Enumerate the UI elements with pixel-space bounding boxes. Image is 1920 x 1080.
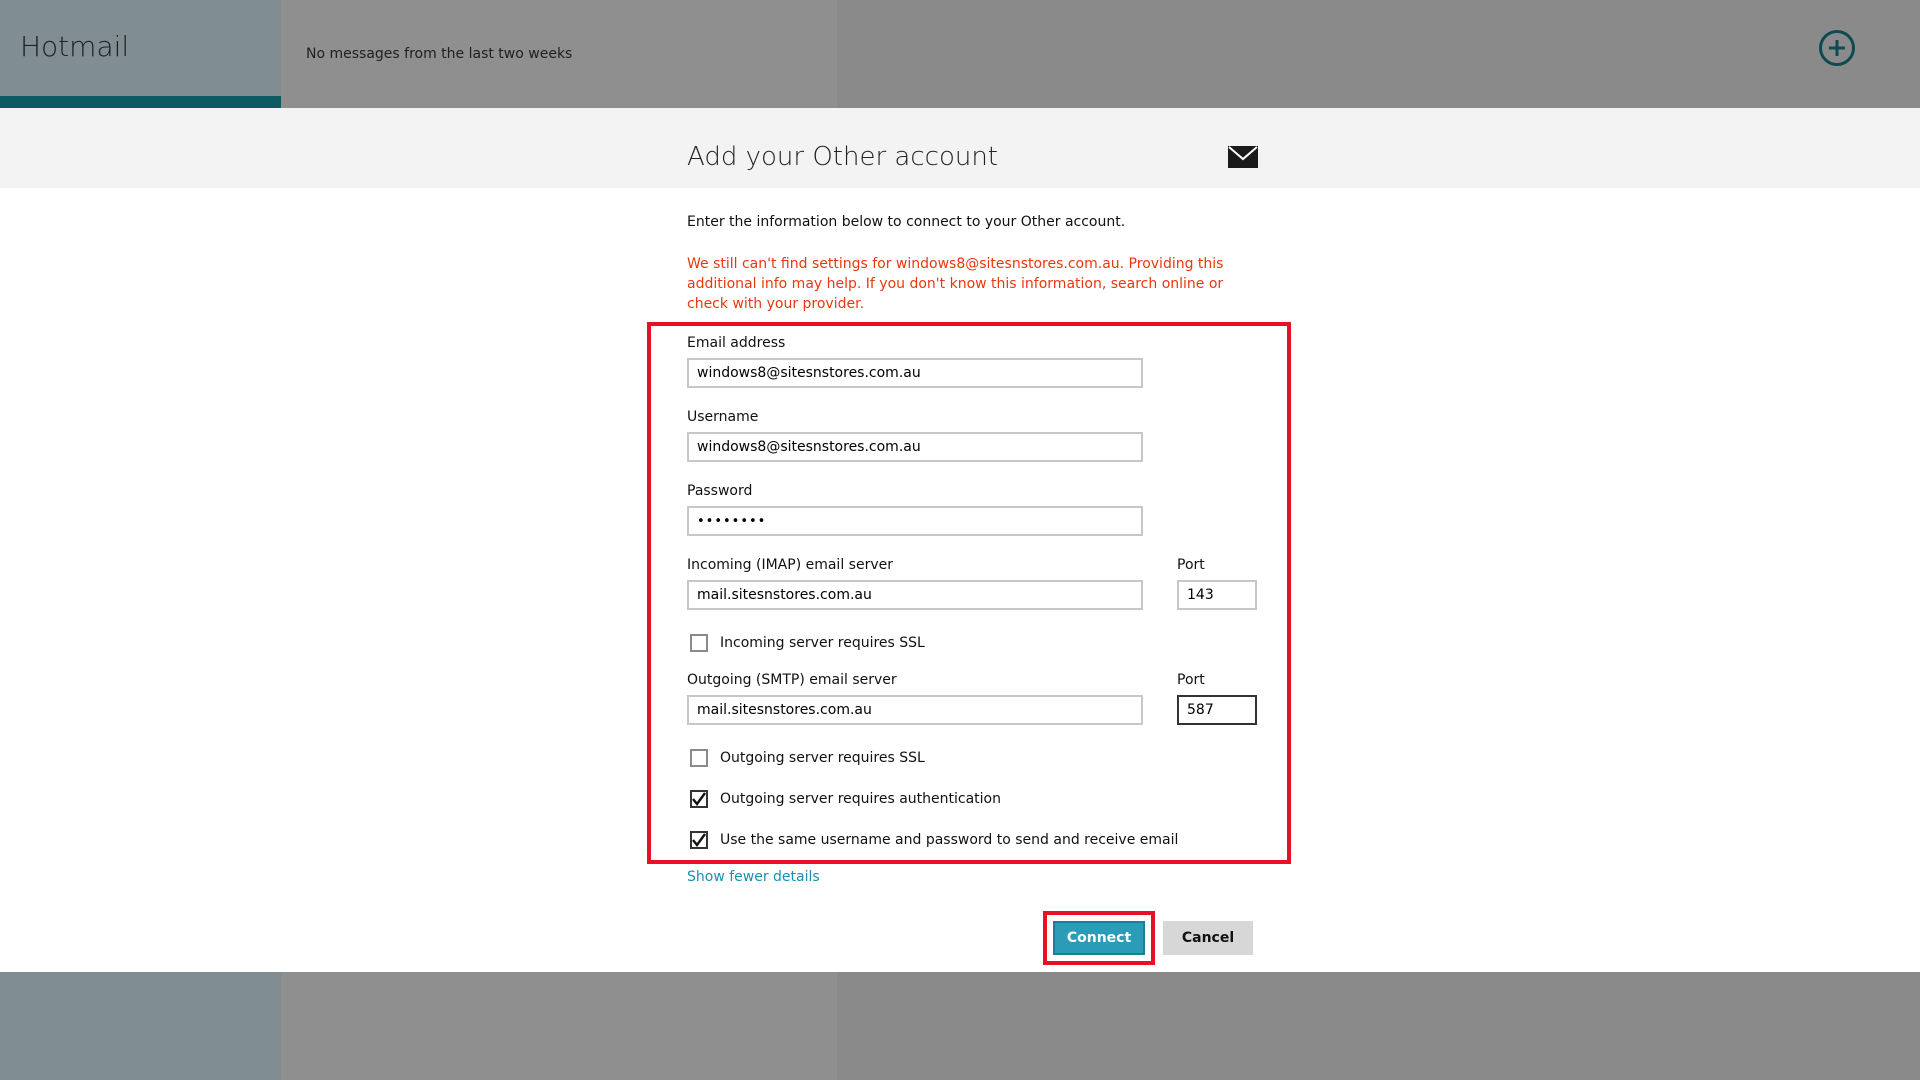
- settings-warning: We still can't find settings for windows…: [687, 256, 1224, 312]
- incoming-ssl-label: Incoming server requires SSL: [720, 635, 925, 651]
- same-credentials-checkbox[interactable]: [690, 831, 708, 849]
- incoming-port-label: Port: [1177, 557, 1205, 573]
- mail-icon: [1228, 146, 1258, 168]
- email-field[interactable]: [687, 358, 1143, 388]
- dialog-intro: Enter the information below to connect t…: [687, 214, 1126, 230]
- new-message-button[interactable]: [1819, 30, 1855, 66]
- username-label: Username: [687, 409, 759, 425]
- outgoing-server-label: Outgoing (SMTP) email server: [687, 672, 897, 688]
- dialog-title: Add your Other account: [687, 142, 998, 172]
- outgoing-ssl-checkbox[interactable]: [690, 749, 708, 767]
- checkmark-icon: [692, 833, 706, 847]
- outgoing-port-field[interactable]: [1177, 695, 1257, 725]
- password-label: Password: [687, 483, 753, 499]
- username-field[interactable]: [687, 432, 1143, 462]
- incoming-server-label: Incoming (IMAP) email server: [687, 557, 893, 573]
- show-fewer-details-link[interactable]: Show fewer details: [687, 869, 820, 885]
- plus-icon: [1829, 40, 1845, 56]
- same-credentials-row[interactable]: Use the same username and password to se…: [690, 829, 1178, 851]
- same-credentials-label: Use the same username and password to se…: [720, 832, 1179, 848]
- incoming-ssl-row[interactable]: Incoming server requires SSL: [690, 632, 925, 654]
- email-label: Email address: [687, 335, 786, 351]
- app-title: Hotmail: [20, 30, 130, 63]
- incoming-port-field[interactable]: [1177, 580, 1257, 610]
- outgoing-server-field[interactable]: [687, 695, 1143, 725]
- outgoing-port-label: Port: [1177, 672, 1205, 688]
- selected-account-indicator: [0, 96, 281, 108]
- password-field[interactable]: [687, 506, 1143, 536]
- outgoing-auth-checkbox[interactable]: [690, 790, 708, 808]
- checkmark-icon: [692, 792, 706, 806]
- connect-button[interactable]: Connect: [1053, 921, 1145, 955]
- outgoing-ssl-label: Outgoing server requires SSL: [720, 750, 925, 766]
- outgoing-auth-label: Outgoing server requires authentication: [720, 791, 1001, 807]
- cancel-button[interactable]: Cancel: [1163, 921, 1253, 955]
- outgoing-auth-row[interactable]: Outgoing server requires authentication: [690, 788, 1001, 810]
- outgoing-ssl-row[interactable]: Outgoing server requires SSL: [690, 747, 925, 769]
- empty-inbox-message: No messages from the last two weeks: [306, 46, 573, 62]
- incoming-server-field[interactable]: [687, 580, 1143, 610]
- incoming-ssl-checkbox[interactable]: [690, 634, 708, 652]
